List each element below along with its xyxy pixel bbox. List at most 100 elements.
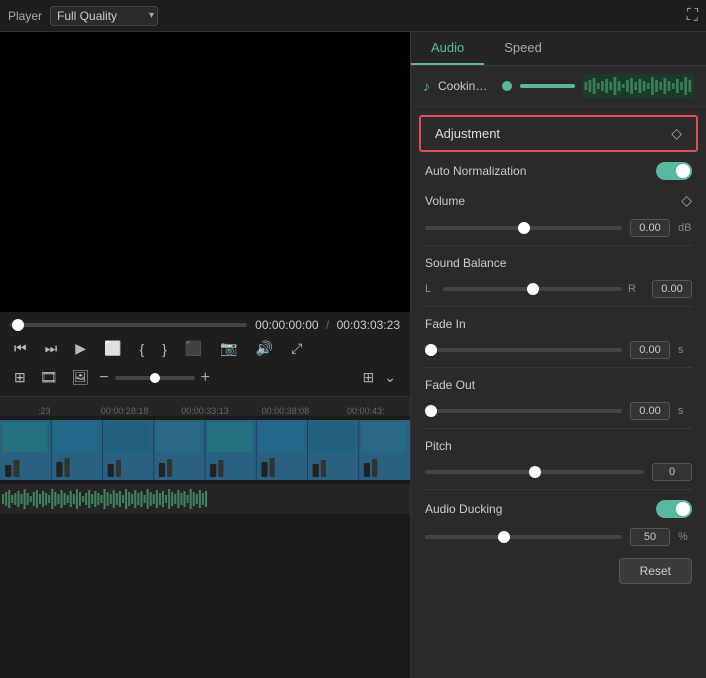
audio-ducking-label: Audio Ducking <box>425 502 525 516</box>
auto-normalization-toggle[interactable] <box>656 162 692 180</box>
volume-unit: dB <box>678 222 692 234</box>
fade-out-track[interactable] <box>425 409 622 413</box>
toggle-thumb-ducking <box>676 502 690 516</box>
play-button[interactable]: ▶ <box>71 338 90 359</box>
ruler-mark-2: 00:00:28:18 <box>84 406 164 416</box>
reset-button[interactable]: Reset <box>619 558 692 584</box>
audio-ducking-toggle[interactable] <box>656 500 692 518</box>
balance-thumb[interactable] <box>527 283 539 295</box>
pitch-slider-row: 0 <box>411 459 706 485</box>
zoom-track[interactable] <box>115 376 195 380</box>
audio-ducking-unit: % <box>678 531 692 543</box>
adjustment-section-header: Adjustment ◇ <box>419 115 698 152</box>
fade-out-row: Fade Out <box>411 372 706 398</box>
fade-in-value[interactable]: 0.00 <box>630 341 670 359</box>
ruler-mark-4: 00:00:38:08 <box>245 406 325 416</box>
screenshot-icon[interactable]: ⛶ <box>687 7 698 25</box>
mark-out-button[interactable]: } <box>158 339 171 359</box>
film-icon[interactable]: 🎞 <box>36 367 62 388</box>
scrubber-track[interactable] <box>10 323 247 327</box>
fade-out-value[interactable]: 0.00 <box>630 402 670 420</box>
volume-row: Volume ◇ <box>411 186 706 215</box>
frame-back-button[interactable]: ⏭ <box>41 338 62 359</box>
balance-slider-row: L R 0.00 <box>411 276 706 302</box>
fade-in-thumb[interactable] <box>425 344 437 356</box>
audio-ducking-row: Audio Ducking <box>411 494 706 524</box>
timeline-controls: 00:00:00:00 / 00:03:03:23 ⏮ ⏭ ▶ ⬜ { } ⬛ … <box>0 312 410 396</box>
auto-normalization-row: Auto Normalization <box>411 156 706 186</box>
quality-wrapper: Full Quality Half Quality Quarter Qualit… <box>50 6 158 26</box>
zoom-plus-button[interactable]: + <box>201 369 210 387</box>
track-volume-dot <box>502 81 512 91</box>
adjustment-title: Adjustment <box>435 126 500 141</box>
pitch-track[interactable] <box>425 470 644 474</box>
balance-l-label: L <box>425 283 437 295</box>
audio-ducking-slider-row: 50 % <box>411 524 706 550</box>
current-time-value: 00:00:00:00 <box>255 318 318 332</box>
track-name: Cooking Spaghetti _ Mr. ... <box>438 79 494 93</box>
video-track-svg <box>0 420 410 480</box>
grid-icon[interactable]: ⊞ <box>363 369 375 386</box>
music-icon: ♪ <box>423 78 430 94</box>
player-label: Player <box>8 9 42 23</box>
top-toolbar: Player Full Quality Half Quality Quarter… <box>0 0 706 32</box>
zoom-thumb[interactable] <box>150 373 160 383</box>
auto-normalization-label: Auto Normalization <box>425 164 526 178</box>
audio-ducking-value[interactable]: 50 <box>630 528 670 546</box>
mark-in-button[interactable]: { <box>135 339 148 359</box>
video-track <box>0 420 410 480</box>
pitch-label: Pitch <box>425 439 525 453</box>
ruler-mark-3: 00:00:33:13 <box>165 406 245 416</box>
timeline-zoom-row: ⊞ 🎞 🖼 − + ⊞ ⌄ <box>10 365 400 390</box>
scrubber-thumb[interactable] <box>12 319 24 331</box>
audio-ducking-track[interactable] <box>425 535 622 539</box>
divider-4 <box>425 428 692 429</box>
crop-button[interactable]: ⬜ <box>100 338 125 359</box>
fade-in-track[interactable] <box>425 348 622 352</box>
volume-value[interactable]: 0.00 <box>630 219 670 237</box>
tab-speed[interactable]: Speed <box>484 32 562 65</box>
snapshot-button[interactable]: 📷 <box>216 338 241 359</box>
fade-in-label: Fade In <box>425 317 525 331</box>
mini-waveform-svg <box>583 74 694 98</box>
fullscreen-button[interactable]: ⤢ <box>287 338 306 359</box>
fade-in-slider-row: 0.00 s <box>411 337 706 363</box>
fade-out-label: Fade Out <box>425 378 525 392</box>
time-scrubber: 00:00:00:00 / 00:03:03:23 <box>10 318 400 332</box>
pitch-value[interactable]: 0 <box>652 463 692 481</box>
sound-balance-label: Sound Balance <box>425 256 525 270</box>
pitch-thumb[interactable] <box>529 466 541 478</box>
main-area: 00:00:00:00 / 00:03:03:23 ⏮ ⏭ ▶ ⬜ { } ⬛ … <box>0 32 706 678</box>
left-panel: 00:00:00:00 / 00:03:03:23 ⏮ ⏭ ▶ ⬜ { } ⬛ … <box>0 32 410 678</box>
settings-icon[interactable]: ⌄ <box>380 367 400 388</box>
fade-out-thumb[interactable] <box>425 405 437 417</box>
track-icon[interactable]: ⊞ <box>10 367 30 388</box>
skip-back-button[interactable]: ⏮ <box>10 338 31 359</box>
right-panel: Audio Speed ♪ Cooking Spaghetti _ Mr. ..… <box>410 32 706 678</box>
timeline-wrapper: :23 00:00:28:18 00:00:33:13 00:00:38:08 … <box>0 396 410 678</box>
volume-slider-thumb[interactable] <box>518 222 530 234</box>
ruler-mark-5: 00:00:43: <box>326 406 406 416</box>
fade-out-slider-row: 0.00 s <box>411 398 706 424</box>
screen-button[interactable]: ⬛ <box>181 338 206 359</box>
divider-2 <box>425 306 692 307</box>
diamond-icon[interactable]: ◇ <box>671 125 682 142</box>
playback-buttons: ⏮ ⏭ ▶ ⬜ { } ⬛ 📷 🔊 ⤢ <box>10 336 400 361</box>
volume-button[interactable]: 🔊 <box>252 338 277 359</box>
divider-5 <box>425 489 692 490</box>
panel-tabs: Audio Speed <box>411 32 706 66</box>
balance-track[interactable] <box>443 287 622 291</box>
fade-in-unit: s <box>678 344 692 356</box>
audio-ducking-thumb[interactable] <box>498 531 510 543</box>
video-preview <box>0 32 410 312</box>
tab-audio[interactable]: Audio <box>411 32 484 65</box>
volume-diamond-icon[interactable]: ◇ <box>681 192 692 209</box>
waveform-svg <box>0 484 410 514</box>
balance-value[interactable]: 0.00 <box>652 280 692 298</box>
zoom-minus-button[interactable]: − <box>99 369 108 387</box>
fade-in-row: Fade In <box>411 311 706 337</box>
track-waveform-mini <box>583 74 694 98</box>
image-icon[interactable]: 🖼 <box>68 367 94 388</box>
volume-slider-track[interactable] <box>425 226 622 230</box>
quality-select[interactable]: Full Quality Half Quality Quarter Qualit… <box>50 6 158 26</box>
